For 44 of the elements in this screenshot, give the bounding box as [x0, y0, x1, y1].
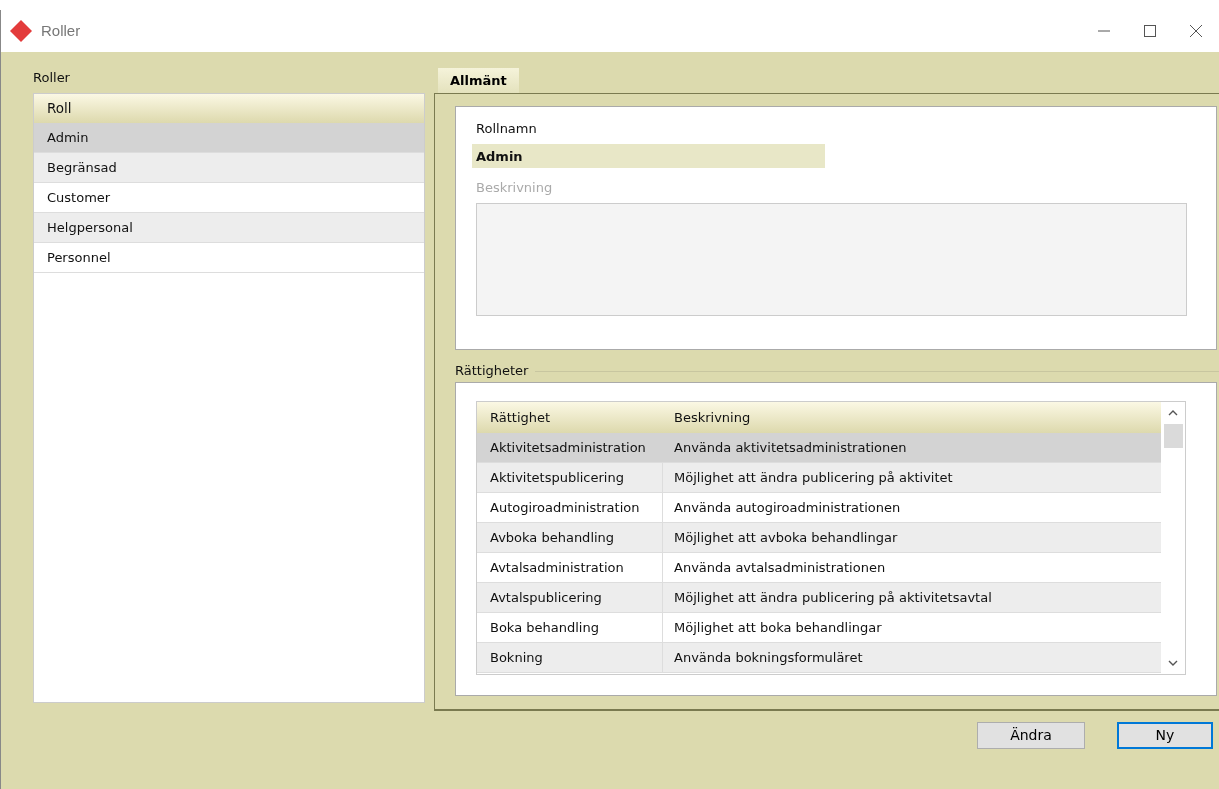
table-row[interactable]: Avboka behandling Möjlighet att avboka behandlingar — [477, 523, 1161, 553]
table-cell-text: Avboka behandling — [490, 528, 615, 547]
table-cell-text: Autogiroadministration — [490, 498, 640, 517]
table-cell-text: Bokning — [490, 648, 543, 667]
field-label: Beskrivning — [476, 178, 554, 197]
table-row[interactable]: Aktivitetsadministration Använda aktivitetsadministrationen — [477, 433, 1161, 463]
table-cell: Möjlighet att avboka behandlingar — [674, 529, 898, 545]
table-cell-text: Aktivitetsadministration — [490, 438, 646, 457]
window-title: Roller — [41, 20, 81, 41]
table-cell: Använda autogiroadministrationen — [674, 499, 901, 515]
table-cell-text: Aktivitetspublicering — [490, 468, 624, 487]
table-row[interactable]: Boka behandling Möjlighet att boka behandlingar — [477, 613, 1161, 643]
table-cell-text: Avtalspublicering — [490, 588, 602, 607]
table-cell: Möjlighet att ändra publicering på aktivitetsavtal — [674, 589, 992, 605]
field-label: Rollnamn — [476, 120, 538, 138]
app-logo-icon — [9, 19, 33, 43]
list-item[interactable]: Begränsad — [34, 153, 424, 183]
table-row[interactable]: Bokning Använda bokningsformuläret — [477, 643, 1161, 673]
table-row[interactable]: Avtalsadministration Använda avtalsadministrationen — [477, 553, 1161, 583]
table-cell: Möjlighet att boka behandlingar — [674, 619, 882, 635]
scroll-up-icon[interactable] — [1167, 408, 1179, 418]
scroll-down-icon[interactable] — [1167, 658, 1179, 668]
table-cell: Använda avtalsadministrationen — [674, 559, 886, 575]
description-field[interactable] — [476, 203, 1187, 316]
table-cell: Använda aktivitetsadministrationen — [674, 439, 907, 455]
list-item[interactable]: Admin — [34, 123, 424, 153]
tab[interactable]: Allmänt — [438, 68, 519, 93]
table-cell-text: Avtalsadministration — [490, 558, 624, 577]
section-label: Rättigheter — [455, 362, 529, 381]
table-row[interactable]: Avtalspublicering Möjlighet att ändra publicering på aktivitetsavtal — [477, 583, 1161, 613]
list-item[interactable]: Helgpersonal — [34, 213, 424, 243]
table-cell: Använda bokningsformuläret — [674, 649, 863, 665]
roles-label: Roller — [33, 69, 71, 86]
button[interactable]: Ändra — [977, 722, 1085, 749]
button[interactable]: Ny — [1117, 722, 1213, 749]
table-cell: Möjlighet att ändra publicering på aktivitet — [674, 469, 953, 485]
column-header[interactable]: Roll — [34, 94, 424, 123]
column-header[interactable]: Rättighet — [477, 407, 663, 428]
column-header[interactable]: Beskrivning — [663, 407, 1161, 428]
scroll-thumb[interactable] — [1163, 424, 1183, 448]
table-cell-text: Boka behandling — [490, 618, 599, 637]
table-row[interactable]: Autogiroadministration Använda autogiroadministrationen — [477, 493, 1161, 523]
table-row[interactable]: Aktivitetspublicering Möjlighet att ändra publicering på aktivitet — [477, 463, 1161, 493]
role-name-field[interactable]: Admin — [472, 143, 825, 168]
